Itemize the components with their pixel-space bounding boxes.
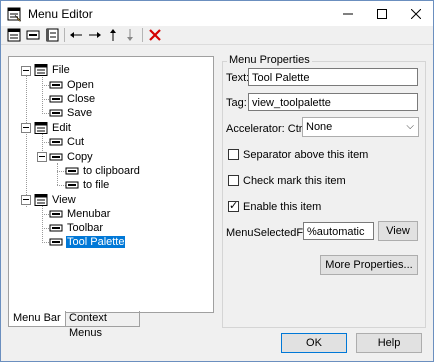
tree-line [42,206,43,243]
text-label: Text: [226,72,250,84]
menu-item-icon [65,181,79,189]
toolbar-separator [64,28,65,42]
tree-node-toolbar[interactable]: Toolbar [49,221,104,235]
menu-icon [34,194,48,206]
tree-node-to-file[interactable]: to file [65,178,110,192]
enable-checkbox[interactable] [228,199,239,212]
menu-icon [34,64,48,76]
maximize-button[interactable] [365,1,399,26]
tree-node-label: Open [67,79,94,91]
menu-icon [34,122,48,134]
move-up-button[interactable] [105,27,121,43]
tree-node-save[interactable]: Save [49,106,93,120]
expander-file[interactable] [21,66,31,76]
new-context-menu-button[interactable] [44,27,60,43]
menu-selected-fcn-field[interactable]: %automatic [303,222,374,240]
menu-item-icon [49,138,63,146]
context-menu-icon [46,28,59,42]
menu-item-icon [49,81,63,89]
toolbar [1,26,433,45]
toolbar-separator [142,28,143,42]
tree-node-copy[interactable]: Copy [49,150,94,164]
expander-edit[interactable] [21,123,31,133]
tree-node-label: Edit [52,122,71,134]
tree-node-label: Toolbar [67,222,104,234]
help-button[interactable]: Help [356,333,422,353]
menu-editor-app-icon [7,7,22,22]
menu-item-icon [49,153,63,161]
window-title: Menu Editor [28,7,93,21]
accelerator-value: None [306,121,333,133]
ok-button[interactable]: OK [281,333,347,353]
move-right-button[interactable] [87,27,103,43]
move-left-icon [70,32,82,38]
tree-node-label: Close [67,93,96,105]
checkmark-label: Check mark this item [243,175,346,187]
text-field[interactable]: Tool Palette [248,68,418,86]
delete-icon [149,29,161,41]
move-up-icon [110,29,116,41]
menu-editor-window: Menu Editor File Open Close Save Edit Cu… [0,0,434,362]
close-icon [411,8,421,19]
move-down-button[interactable] [122,27,138,43]
tree-line [26,75,27,207]
menu-bar-icon [7,28,21,42]
tree-node-label: to clipboard [83,165,140,177]
accelerator-select[interactable]: None ⌵ [302,117,419,137]
tree-node-open[interactable]: Open [49,78,95,92]
close-window-button[interactable] [399,1,433,26]
view-button[interactable]: View [378,221,418,241]
tree-node-label: Cut [67,136,85,148]
tree-node-label: File [52,64,70,76]
minimize-icon [343,13,353,14]
new-menu-button[interactable] [6,27,22,43]
move-down-icon [127,29,133,41]
separator-checkbox[interactable] [228,149,239,160]
tab-menu-bar[interactable]: Menu Bar [8,311,66,327]
tree-node-tool-palette[interactable]: Tool Palette [49,235,126,249]
maximize-icon [377,8,387,19]
menu-item-icon [49,224,63,232]
tree-node-label: to file [83,179,110,191]
title-bar: Menu Editor [1,1,433,26]
tree-node-edit[interactable]: Edit [34,121,72,135]
tree-node-label: Tool Palette [66,236,126,248]
menu-item-icon [49,109,63,117]
tag-label: Tag: [226,97,247,109]
tree-node-label: Copy [67,151,93,163]
separator-label: Separator above this item [243,149,369,161]
tag-field[interactable]: view_toolpalette [248,93,418,111]
move-left-button[interactable] [68,27,84,43]
tree-node-label: View [52,194,76,206]
menu-item-icon [49,95,63,103]
enable-label: Enable this item [243,201,322,213]
tree-node-view[interactable]: View [34,193,77,207]
expander-view[interactable] [21,195,31,205]
menu-item-icon [49,238,63,246]
menu-item-icon [49,210,63,218]
tree-line [57,163,58,185]
checkmark-checkbox[interactable] [228,175,239,186]
more-properties-button[interactable]: More Properties... [320,255,418,275]
expander-copy[interactable] [37,152,47,162]
menu-item-icon [65,167,79,175]
tree-node-close[interactable]: Close [49,92,96,106]
tree-node-cut[interactable]: Cut [49,135,85,149]
tree-node-label: Save [67,107,93,119]
menu-properties-legend: Menu Properties [227,54,312,66]
tab-context-menus[interactable]: Context Menus [65,311,140,339]
tree-node-file[interactable]: File [34,63,71,77]
tree-node-menubar[interactable]: Menubar [49,207,111,221]
tree-node-to-clipboard[interactable]: to clipboard [65,164,141,178]
move-right-icon [89,32,101,38]
tree-node-label: Menubar [67,208,111,220]
tree-line [42,77,43,114]
new-menu-item-icon [26,30,40,40]
menu-tree-panel[interactable]: File Open Close Save Edit Cut Copy to cl… [8,56,214,313]
new-menu-item-button[interactable] [25,27,41,43]
chevron-down-icon: ⌵ [406,121,414,132]
minimize-button[interactable] [331,1,365,26]
delete-button[interactable] [147,27,163,43]
